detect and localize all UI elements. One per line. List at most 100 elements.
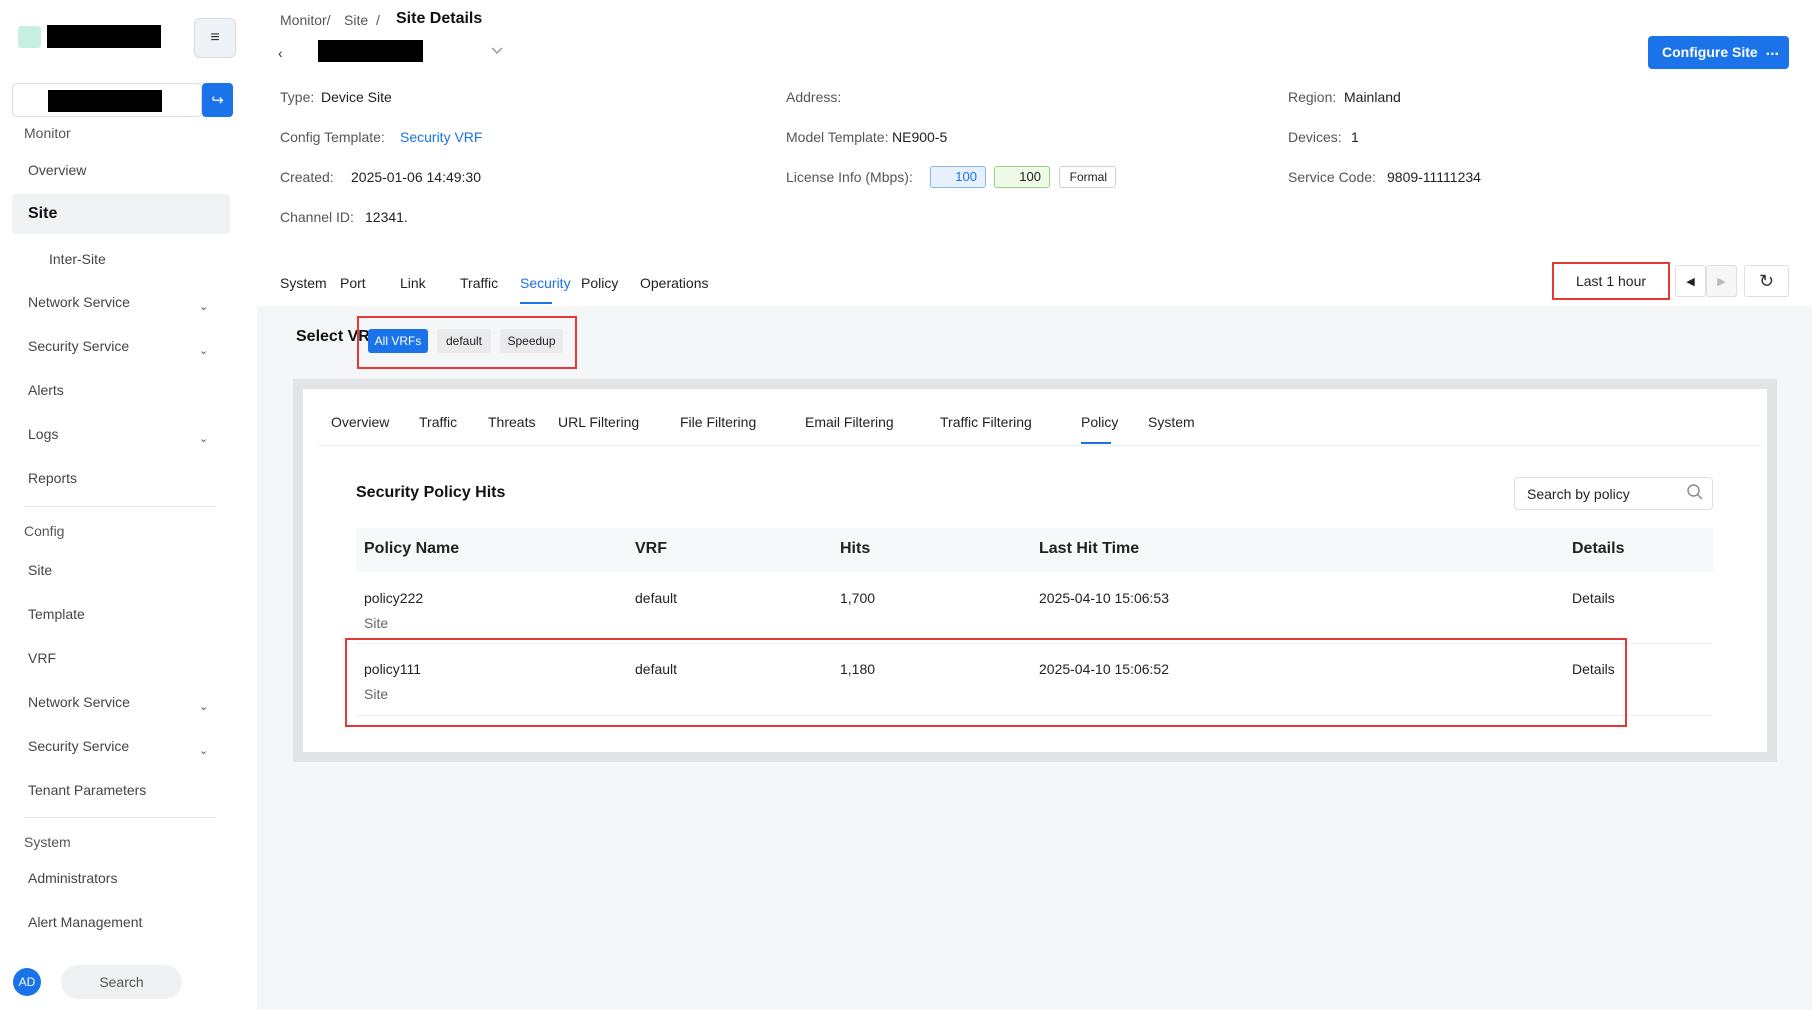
sidebar-item-inter-site[interactable]: Inter-Site (49, 251, 106, 267)
page-title: Site Details (396, 10, 483, 27)
chevron-down-icon: ⌄ (199, 301, 209, 313)
redacted-tenant (48, 90, 162, 112)
sidebar-item-logs[interactable]: Logs (28, 426, 58, 442)
column-details: Details (1572, 540, 1625, 557)
sub-tab-threats[interactable]: Threats (488, 414, 535, 430)
sidebar-item-administrators[interactable]: Administrators (28, 870, 117, 886)
license-badge-3: Formal (1059, 166, 1116, 188)
more-icon[interactable]: ... (1766, 42, 1779, 60)
previous-period-button[interactable]: ◀ (1675, 265, 1706, 297)
logo-icon (18, 26, 41, 48)
sidebar-item-config-security-service[interactable]: Security Service (28, 738, 129, 754)
service-code-value: 9809-11111234 (1387, 169, 1481, 185)
sidebar: ≡ ↪ Monitor Overview Site Inter-Site Net… (0, 0, 256, 1010)
tab-policy[interactable]: Policy (581, 275, 618, 291)
tab-system[interactable]: System (280, 275, 327, 291)
model-template-label: Model Template: (786, 129, 889, 145)
sub-tab-overview[interactable]: Overview (331, 414, 389, 430)
sub-tab-email-filtering[interactable]: Email Filtering (805, 414, 894, 430)
tab-security[interactable]: Security (520, 275, 571, 291)
service-code-label: Service Code: (1288, 169, 1376, 185)
tenant-switch-button[interactable]: ↪ (202, 83, 233, 117)
menu-toggle-button[interactable]: ≡ (194, 18, 236, 58)
tab-port[interactable]: Port (340, 275, 366, 291)
breadcrumb-monitor[interactable]: Monitor/ (280, 12, 331, 28)
active-tab-indicator (520, 302, 552, 304)
sub-tab-traffic-filtering[interactable]: Traffic Filtering (940, 414, 1032, 430)
chevron-down-icon: ⌄ (199, 433, 209, 445)
tab-traffic[interactable]: Traffic (460, 275, 498, 291)
channel-id-label: Channel ID: (280, 209, 354, 225)
sidebar-item-config-network-service[interactable]: Network Service (28, 694, 130, 710)
sidebar-search-button[interactable]: Search (61, 965, 182, 999)
breadcrumb-site[interactable]: Site (344, 12, 368, 28)
policy-search-input[interactable]: Search by policy (1514, 477, 1713, 510)
created-label: Created: (280, 169, 334, 185)
sidebar-item-tenant-parameters[interactable]: Tenant Parameters (28, 782, 146, 798)
divider (24, 506, 216, 507)
nav-section-system: System (24, 834, 71, 850)
license-badge-1: 100 (930, 166, 986, 188)
next-period-button[interactable]: ▶ (1706, 265, 1737, 297)
sidebar-item-network-service[interactable]: Network Service (28, 294, 130, 310)
config-template-link[interactable]: Security VRF (400, 129, 482, 145)
breadcrumb-separator: / (376, 12, 380, 28)
column-policy-name: Policy Name (364, 540, 460, 557)
devices-value: 1 (1351, 129, 1359, 145)
configure-site-button[interactable]: Configure Site ... (1648, 36, 1789, 69)
refresh-icon: ↻ (1758, 270, 1775, 291)
sub-tab-url-filtering[interactable]: URL Filtering (558, 414, 639, 430)
divider (24, 817, 216, 818)
sidebar-item-label: Site (28, 205, 58, 222)
region-value: Mainland (1344, 89, 1401, 105)
search-icon (1687, 484, 1703, 500)
tenant-selector[interactable] (12, 83, 202, 117)
row-vrf: default (635, 590, 678, 606)
caret-right-icon: ▶ (1717, 275, 1726, 288)
sidebar-item-alerts[interactable]: Alerts (28, 382, 64, 398)
type-value: Device Site (321, 89, 392, 105)
sidebar-item-reports[interactable]: Reports (28, 470, 77, 486)
chevron-down-icon[interactable] (490, 46, 504, 56)
config-template-label: Config Template: (280, 129, 385, 145)
model-template-value: NE900-5 (892, 129, 948, 145)
time-range-selector[interactable]: Last 1 hour (1552, 262, 1670, 300)
sidebar-item-security-service[interactable]: Security Service (28, 338, 129, 354)
redacted-tenant-name (47, 25, 161, 48)
sub-tab-traffic[interactable]: Traffic (419, 414, 457, 430)
sidebar-item-site[interactable]: Site (12, 194, 230, 234)
hamburger-icon: ≡ (210, 29, 220, 46)
created-value: 2025-01-06 14:49:30 (351, 169, 481, 185)
sub-tab-file-filtering[interactable]: File Filtering (680, 414, 756, 430)
row-policy-scope: Site (364, 615, 389, 631)
tab-link[interactable]: Link (400, 275, 426, 291)
license-badge-2: 100 (994, 166, 1050, 188)
sidebar-item-alert-management[interactable]: Alert Management (28, 914, 142, 930)
tab-operations[interactable]: Operations (640, 275, 708, 291)
caret-left-icon: ◀ (1686, 275, 1695, 288)
type-label: Type: (280, 89, 315, 105)
sidebar-item-config-site[interactable]: Site (28, 562, 52, 578)
column-hits: Hits (840, 540, 871, 557)
sidebar-item-template[interactable]: Template (28, 606, 85, 622)
switch-arrow-icon: ↪ (211, 92, 224, 109)
address-label: Address: (786, 89, 842, 105)
avatar[interactable]: AD (13, 968, 41, 996)
vrf-highlight-frame (357, 316, 577, 369)
sub-tab-system[interactable]: System (1148, 414, 1195, 430)
nav-section-monitor: Monitor (24, 125, 71, 141)
row-details-link[interactable]: Details (1572, 590, 1615, 606)
sidebar-item-overview[interactable]: Overview (28, 162, 86, 178)
refresh-button[interactable]: ↻ (1744, 265, 1789, 297)
row-last-hit: 2025-04-10 15:06:53 (1039, 590, 1169, 606)
sub-tab-policy[interactable]: Policy (1081, 414, 1118, 430)
table-header (356, 528, 1713, 572)
chevron-down-icon: ⌄ (199, 745, 209, 757)
section-title: Security Policy Hits (356, 484, 506, 501)
row-highlight-frame (345, 638, 1627, 727)
chevron-down-icon: ⌄ (199, 345, 209, 357)
chevron-down-icon: ⌄ (199, 701, 209, 713)
back-icon[interactable]: ‹ (278, 45, 283, 61)
sidebar-item-vrf[interactable]: VRF (28, 650, 56, 666)
divider (318, 445, 1762, 446)
